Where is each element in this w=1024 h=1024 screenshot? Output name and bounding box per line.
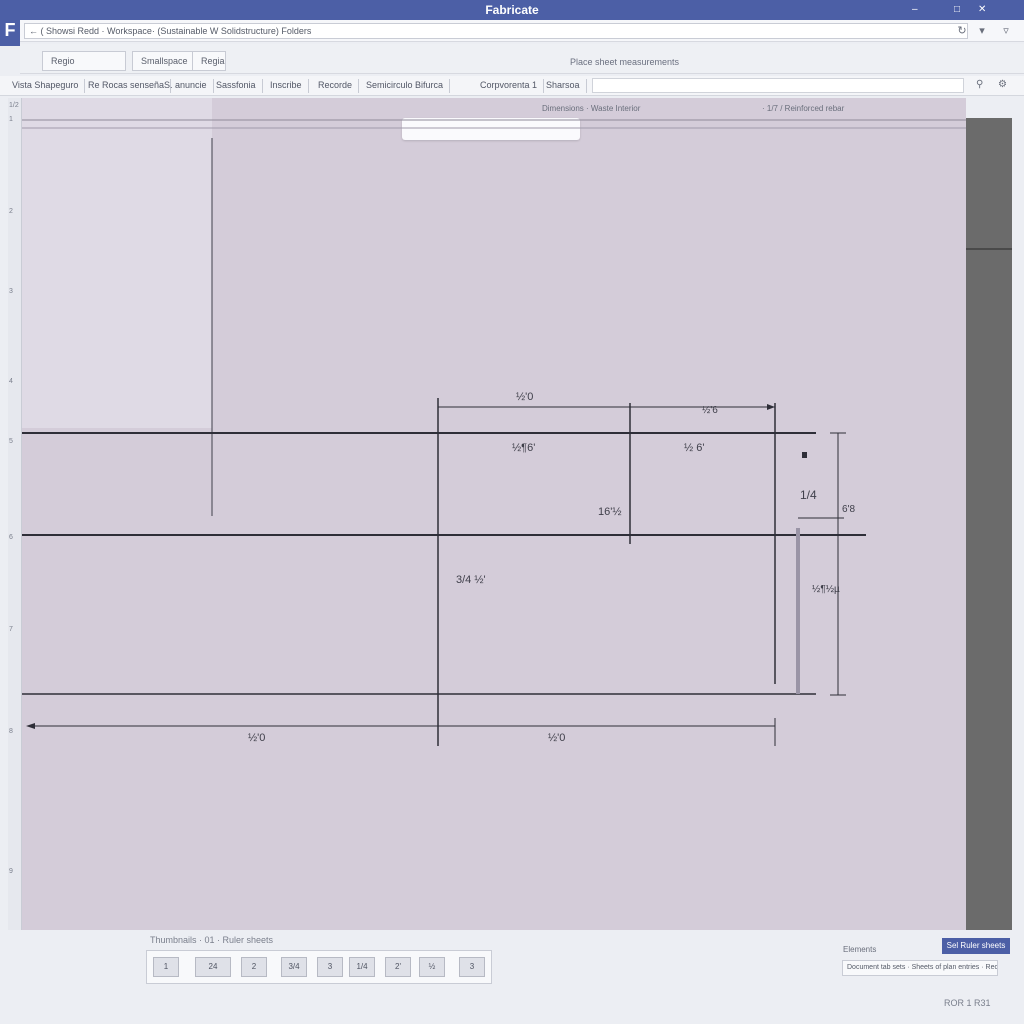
dimension-label: ½¶½µ <box>812 584 840 595</box>
maximize-button[interactable]: □ <box>954 4 960 15</box>
title-bar: Fabricate – □ ✕ <box>0 0 1024 20</box>
dimension-label: 6'8 <box>842 504 856 515</box>
tool-item-8[interactable]: Corpvorenta 1 <box>474 79 545 93</box>
thumbnail[interactable]: 24 <box>195 957 231 977</box>
dimension-label: ½¶6' <box>512 442 536 454</box>
app-logo: F <box>0 14 20 46</box>
tool-item-7[interactable]: Semicirculo Bifurca <box>360 79 451 93</box>
page-indicator: ROR 1 R31 <box>944 998 991 1008</box>
dimension-label: 1/4 <box>800 488 817 502</box>
ruler-mark: 1 <box>9 116 13 123</box>
zoom-icon[interactable]: ⚲ <box>976 79 983 90</box>
ruler-mark: 1/2 <box>9 102 19 109</box>
ruler-mark: 2 <box>9 208 13 215</box>
marker <box>802 452 807 458</box>
toolbar-button-1[interactable]: Regio <box>42 51 126 71</box>
dimension-label: 3/4 ½' <box>456 574 486 586</box>
apply-button[interactable]: Sel Ruler sheets <box>942 938 1010 954</box>
vertical-ruler: 1/2 1 2 3 4 5 6 7 8 9 <box>8 98 22 930</box>
ruler-mark: 3 <box>9 288 13 295</box>
ruler-mark: 5 <box>9 438 13 445</box>
toolbar-button-3[interactable]: Regia <box>192 51 226 71</box>
dimension-label: ½'6 <box>702 405 718 416</box>
thumbnail-strip: 1 24 2 3/4 3 1/4 2' ½ 3 <box>146 950 492 984</box>
thumbnail[interactable]: 2' <box>385 957 411 977</box>
tool-item-9[interactable]: Sharsoa <box>540 79 587 93</box>
ruler-mark: 8 <box>9 728 13 735</box>
ruler-mark: 4 <box>9 378 13 385</box>
dimension-label: ½ 6' <box>684 442 705 454</box>
dimension-arrow <box>26 723 35 729</box>
thumbnail[interactable]: 1/4 <box>349 957 375 977</box>
tool-item-3[interactable]: S. anuncie <box>158 79 214 93</box>
dropdown-icon[interactable]: ▾ <box>974 23 990 39</box>
thumbnail[interactable]: 3/4 <box>281 957 307 977</box>
tool-field[interactable] <box>592 78 964 93</box>
drawing-canvas[interactable]: Dimensions · Waste Interior · 1/7 / Rein… <box>22 98 966 930</box>
tool-item-4[interactable]: Sassfonia <box>210 79 263 93</box>
ruler-mark: 6 <box>9 534 13 541</box>
toolbar-secondary: Vista Shapeguro Re Rocas senseña S. anun… <box>0 76 1024 96</box>
thumbnail[interactable]: ½ <box>419 957 445 977</box>
ruler-mark: 7 <box>9 626 13 633</box>
thumbnail[interactable]: 1 <box>153 957 179 977</box>
filter-icon[interactable]: ▿ <box>998 23 1014 39</box>
dimension-label: ½'0 <box>248 732 266 744</box>
thumbnail[interactable]: 2 <box>241 957 267 977</box>
thumbnail[interactable]: 3 <box>459 957 485 977</box>
thumbnails-label: Thumbnails · 01 · Ruler sheets <box>150 935 274 945</box>
dimension-label: 16'½ <box>598 506 622 518</box>
dimension-arrow <box>767 404 775 410</box>
ruler-mark: 9 <box>9 868 13 875</box>
panel-divider <box>966 248 1012 250</box>
close-button[interactable]: ✕ <box>978 4 986 15</box>
minimize-button[interactable]: – <box>912 4 918 15</box>
refresh-icon[interactable]: ↻ <box>954 23 970 39</box>
status-text: Place sheet measurements <box>570 57 680 67</box>
elements-field[interactable]: Document tab sets · Sheets of plan entri… <box>842 960 998 976</box>
tool-item-1[interactable]: Vista Shapeguro <box>6 79 86 93</box>
dimension-label: ½'0 <box>516 391 534 403</box>
toolbar-button-2[interactable]: Smallspace <box>132 51 196 71</box>
window-title: Fabricate <box>485 3 539 17</box>
settings-icon[interactable]: ⚙ <box>998 79 1007 90</box>
elements-label: Elements <box>843 945 877 954</box>
tool-item-5[interactable]: Inscribe <box>264 79 309 93</box>
path-input[interactable]: ← ( Showsi Redd · Workspace· (Sustainabl… <box>24 23 968 39</box>
toolbar-primary: Regio Smallspace Regia Place sheet measu… <box>20 44 1024 74</box>
properties-panel[interactable] <box>966 118 1012 930</box>
thumbnail[interactable]: 3 <box>317 957 343 977</box>
path-bar: ← ( Showsi Redd · Workspace· (Sustainabl… <box>20 20 1024 42</box>
tool-item-6[interactable]: Recorde <box>312 79 360 93</box>
floor-plan-drawing <box>22 119 966 746</box>
dimension-label: ½'0 <box>548 732 566 744</box>
